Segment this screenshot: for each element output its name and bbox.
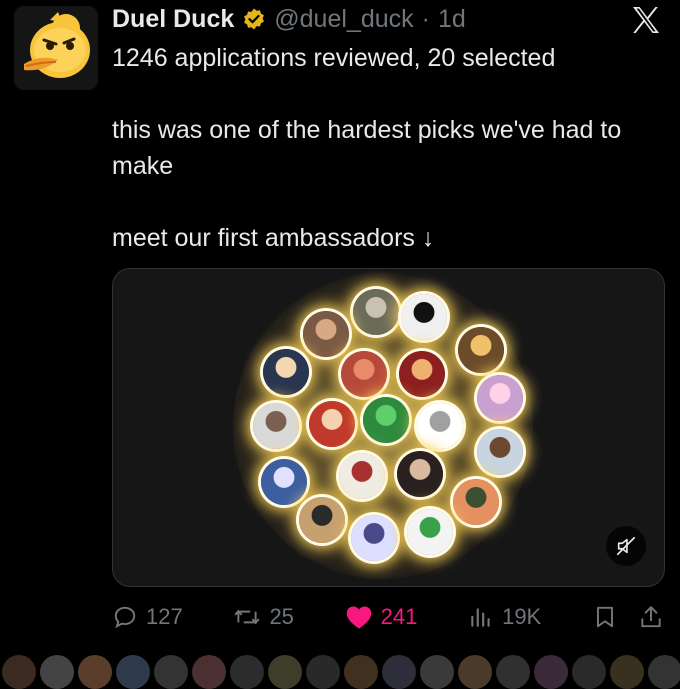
reply-button[interactable]: 127 — [112, 604, 183, 630]
avatar[interactable] — [306, 655, 340, 689]
like-count: 241 — [380, 604, 418, 629]
views-icon — [471, 608, 490, 627]
avatar[interactable] — [2, 655, 36, 689]
ambassador-avatar — [299, 497, 345, 543]
video-muted-icon[interactable] — [606, 526, 646, 566]
like-button[interactable]: 241 — [345, 604, 418, 630]
ambassador-avatar — [399, 351, 445, 397]
avatar[interactable] — [420, 655, 454, 689]
avatar[interactable] — [40, 655, 74, 689]
post-text-line: meet our first ambassadors ↓ — [112, 224, 435, 252]
ambassador-avatar — [453, 479, 499, 525]
reply-icon — [114, 606, 136, 629]
ambassador-avatar — [351, 515, 397, 561]
heart-icon — [346, 606, 371, 629]
ambassador-avatar — [339, 453, 385, 499]
ambassador-avatar — [458, 327, 504, 373]
post-text-line: 1246 applications reviewed, 20 selected — [112, 44, 556, 72]
reply-count: 127 — [146, 604, 183, 629]
ambassador-avatar — [417, 403, 463, 449]
avatar[interactable] — [382, 655, 416, 689]
ambassador-avatar — [303, 311, 349, 357]
ambassador-avatar — [477, 429, 523, 475]
avatar[interactable] — [192, 655, 226, 689]
duck-avatar-icon[interactable] — [14, 6, 98, 90]
post-time[interactable]: 1d — [438, 4, 466, 34]
ambassador-avatar — [397, 451, 443, 497]
ambassador-avatar — [261, 459, 307, 505]
avatar[interactable] — [344, 655, 378, 689]
post-video[interactable] — [112, 268, 665, 587]
ambassador-avatar — [353, 289, 399, 335]
verified-badge-icon — [244, 8, 265, 30]
ambassador-avatar — [407, 509, 453, 555]
ambassador-avatar — [263, 349, 309, 395]
share-icon[interactable] — [638, 604, 664, 630]
avatar[interactable] — [496, 655, 530, 689]
display-name[interactable]: Duel Duck — [112, 4, 234, 34]
next-post-avatars — [0, 655, 680, 689]
bookmark-icon[interactable] — [592, 604, 618, 630]
post-header: Duel Duck @duel_duck · 1d — [112, 4, 466, 34]
ambassador-avatar — [253, 403, 299, 449]
avatar[interactable] — [534, 655, 568, 689]
avatar[interactable] — [648, 655, 680, 689]
avatar[interactable] — [78, 655, 112, 689]
ambassador-avatar — [341, 351, 387, 397]
avatar[interactable] — [116, 655, 150, 689]
action-bar: 127 25 241 19K — [112, 600, 664, 634]
user-handle[interactable]: @duel_duck — [274, 4, 413, 34]
ambassador-avatar — [477, 375, 523, 421]
views-count: 19K — [502, 604, 542, 629]
ambassador-avatar — [363, 397, 409, 443]
avatar[interactable] — [610, 655, 644, 689]
x-logo-icon[interactable] — [630, 4, 662, 36]
post-text-line: this was one of the hardest picks we've … — [112, 116, 622, 180]
avatar[interactable] — [268, 655, 302, 689]
avatar[interactable] — [230, 655, 264, 689]
avatar[interactable] — [458, 655, 492, 689]
separator-dot: · — [421, 5, 430, 33]
avatar[interactable] — [572, 655, 606, 689]
repost-button[interactable]: 25 — [233, 604, 294, 630]
ambassador-avatar — [309, 401, 355, 447]
views-button[interactable]: 19K — [468, 604, 541, 630]
avatar[interactable] — [154, 655, 188, 689]
repost-count: 25 — [269, 604, 294, 629]
ambassador-avatar — [401, 294, 447, 340]
post-text: 1246 applications reviewed, 20 selected … — [112, 40, 662, 256]
repost-icon — [234, 609, 261, 625]
secondary-actions — [592, 604, 664, 630]
